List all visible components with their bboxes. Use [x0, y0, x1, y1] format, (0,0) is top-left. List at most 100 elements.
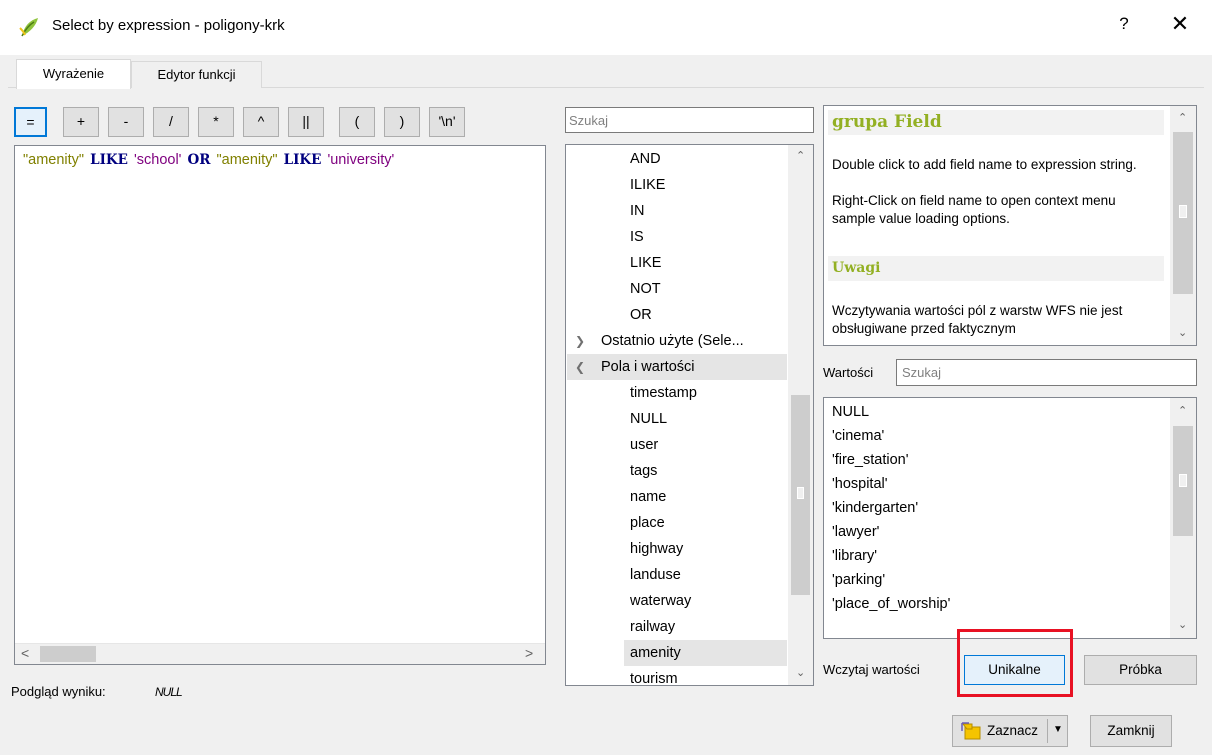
tree-field-item[interactable]: user	[630, 432, 658, 458]
operator-newline-button[interactable]: '\n'	[429, 107, 465, 137]
help-paragraph: Double click to add field name to expres…	[832, 157, 1137, 172]
tree-field-item[interactable]: NULL	[630, 406, 667, 432]
expr-field-token: "amenity"	[216, 152, 278, 168]
values-label: Wartości	[823, 365, 874, 380]
value-item[interactable]: 'cinema'	[832, 424, 884, 448]
help-button[interactable]: ?	[1114, 14, 1134, 34]
scroll-grip	[1179, 205, 1187, 218]
tree-item-in[interactable]: IN	[630, 198, 645, 224]
preview-label: Podgląd wyniku:	[11, 684, 106, 699]
tree-item-not[interactable]: NOT	[630, 276, 661, 302]
scroll-up-icon[interactable]: ⌃	[796, 149, 805, 162]
horizontal-scrollbar[interactable]: < >	[15, 643, 545, 664]
values-search-placeholder: Szukaj	[902, 365, 942, 380]
scroll-right-icon[interactable]: >	[525, 645, 533, 661]
tree-field-item[interactable]: tourism	[630, 666, 678, 685]
button-divider	[1047, 719, 1048, 743]
help-notes-text: Wczytywania wartości pól z warstw WFS ni…	[832, 303, 1123, 336]
scroll-grip	[1179, 474, 1187, 487]
scroll-down-icon[interactable]: ⌄	[796, 666, 805, 679]
tab-function-editor[interactable]: Edytor funkcji	[131, 61, 262, 88]
operator-multiply-button[interactable]: *	[198, 107, 234, 137]
value-item[interactable]: 'hospital'	[832, 472, 888, 496]
close-dialog-button[interactable]: Zamknij	[1090, 715, 1172, 747]
operator-close-paren-button[interactable]: )	[384, 107, 420, 137]
scroll-thumb[interactable]	[1173, 426, 1193, 536]
annotation-highlight-box	[957, 629, 1073, 697]
operator-equals-button[interactable]: =	[14, 107, 47, 137]
scroll-thumb[interactable]	[40, 646, 96, 662]
value-item[interactable]: 'kindergarten'	[832, 496, 918, 520]
tree-field-item-selected[interactable]: amenity	[630, 640, 681, 666]
function-search-placeholder: Szukaj	[569, 113, 609, 128]
expr-string-token: 'school'	[133, 152, 182, 168]
scroll-left-icon[interactable]: <	[21, 645, 29, 661]
expression-editor[interactable]: "amenity" LIKE 'school' OR "amenity" LIK…	[14, 145, 546, 665]
tree-field-item[interactable]: place	[630, 510, 665, 536]
load-values-label: Wczytaj wartości	[823, 662, 920, 677]
tree-field-item[interactable]: tags	[630, 458, 657, 484]
title-bar: Select by expression - poligony-krk ? ✕	[0, 0, 1212, 55]
tree-field-item[interactable]: landuse	[630, 562, 681, 588]
expr-keyword-token: LIKE	[283, 152, 322, 168]
operator-concat-button[interactable]: ||	[288, 107, 324, 137]
tree-field-item[interactable]: name	[630, 484, 666, 510]
dropdown-arrow-icon[interactable]: ▼	[1053, 724, 1063, 735]
value-item[interactable]: 'fire_station'	[832, 448, 908, 472]
scroll-down-icon[interactable]: ⌄	[1178, 326, 1187, 339]
chevron-right-icon[interactable]: ❯	[575, 328, 585, 354]
select-features-icon	[961, 722, 981, 740]
values-list[interactable]: NULL 'cinema' 'fire_station' 'hospital' …	[823, 397, 1197, 639]
help-paragraph: Right-Click on field name to open contex…	[832, 193, 1116, 226]
vertical-scrollbar[interactable]: ⌃ ⌄	[1170, 398, 1196, 638]
tree-field-item[interactable]: waterway	[630, 588, 691, 614]
chevron-down-icon[interactable]: ❮	[575, 354, 585, 380]
close-window-button[interactable]: ✕	[1167, 11, 1193, 37]
values-search-input[interactable]: Szukaj	[896, 359, 1197, 386]
operator-minus-button[interactable]: -	[108, 107, 144, 137]
function-search-input[interactable]: Szukaj	[565, 107, 814, 133]
scroll-thumb[interactable]	[1173, 132, 1193, 294]
tree-item-is[interactable]: IS	[630, 224, 644, 250]
scroll-grip	[797, 487, 804, 499]
load-sample-values-button[interactable]: Próbka	[1084, 655, 1197, 685]
scroll-down-icon[interactable]: ⌄	[1178, 618, 1187, 631]
expr-keyword-token: LIKE	[90, 152, 128, 168]
operator-power-button[interactable]: ^	[243, 107, 279, 137]
help-heading: grupa Field	[828, 110, 1164, 135]
preview-value: NULL	[155, 685, 183, 699]
tree-item-and[interactable]: AND	[630, 146, 661, 172]
tree-field-item[interactable]: highway	[630, 536, 683, 562]
expression-text: "amenity" LIKE 'school' OR "amenity" LIK…	[23, 152, 394, 168]
scroll-up-icon[interactable]: ⌃	[1178, 404, 1187, 417]
value-item[interactable]: NULL	[832, 400, 869, 424]
tree-group-recent[interactable]: Ostatnio użyte (Sele...	[601, 328, 744, 354]
scroll-up-icon[interactable]: ⌃	[1178, 111, 1187, 124]
help-panel: grupa Field Double click to add field na…	[823, 105, 1197, 346]
select-button-label: Zaznacz	[987, 723, 1039, 738]
select-features-button[interactable]: Zaznacz ▼	[952, 715, 1068, 747]
operator-plus-button[interactable]: +	[63, 107, 99, 137]
value-item[interactable]: 'lawyer'	[832, 520, 879, 544]
expr-keyword-token: OR	[187, 152, 211, 168]
vertical-scrollbar[interactable]: ⌃ ⌄	[788, 145, 813, 685]
tree-field-item[interactable]: timestamp	[630, 380, 697, 406]
help-notes-heading: Uwagi	[828, 256, 1164, 281]
operator-open-paren-button[interactable]: (	[339, 107, 375, 137]
window-title: Select by expression - poligony-krk	[52, 17, 285, 34]
tab-expression[interactable]: Wyrażenie	[16, 59, 131, 89]
value-item[interactable]: 'library'	[832, 544, 877, 568]
tree-item-ilike[interactable]: ILIKE	[630, 172, 665, 198]
expr-field-token: "amenity"	[23, 152, 85, 168]
value-item[interactable]: 'parking'	[832, 568, 885, 592]
tree-item-like[interactable]: LIKE	[630, 250, 661, 276]
value-item[interactable]: 'place_of_worship'	[832, 592, 950, 616]
tree-item-or[interactable]: OR	[630, 302, 652, 328]
vertical-scrollbar[interactable]: ⌃ ⌄	[1170, 106, 1196, 345]
tree-group-fields[interactable]: Pola i wartości	[601, 354, 694, 380]
operator-divide-button[interactable]: /	[153, 107, 189, 137]
scroll-thumb[interactable]	[791, 395, 810, 595]
qgis-leaf-icon	[19, 18, 38, 37]
tree-field-item[interactable]: railway	[630, 614, 675, 640]
function-tree[interactable]: AND ILIKE IN IS LIKE NOT OR ❯ Ostatnio u…	[565, 144, 814, 686]
